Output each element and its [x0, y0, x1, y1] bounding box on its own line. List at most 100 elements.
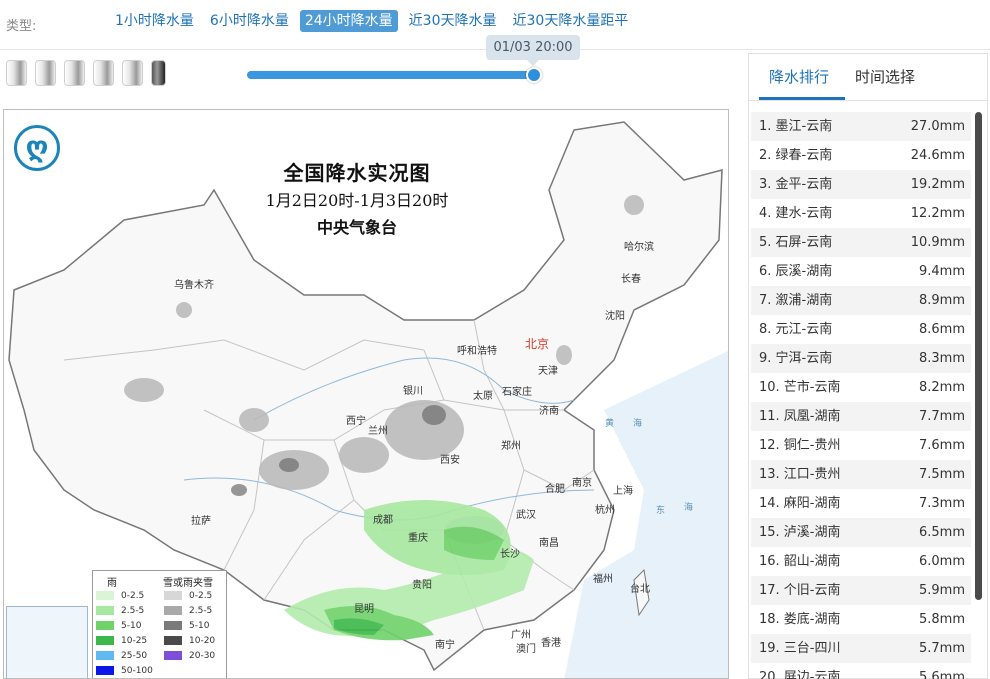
tab-1h-precip[interactable]: 1小时降水量: [110, 10, 199, 32]
city-label: 石家庄: [502, 387, 532, 398]
legend-label: 10-20: [189, 635, 216, 646]
cma-logo-icon: ღ: [14, 125, 60, 171]
map-period: 1月2日20时-1月3日20时: [265, 191, 449, 210]
ranking-value: 5.7mm: [918, 641, 965, 656]
ranking-row[interactable]: 20. 屏边-云南 5.6mm: [751, 663, 971, 679]
prev-frame-icon[interactable]: [35, 60, 56, 86]
ranking-station: 8. 元江-云南: [759, 322, 833, 337]
city-label: 合肥: [545, 484, 565, 495]
ranking-value: 9.4mm: [918, 264, 965, 279]
play-icon[interactable]: [64, 60, 85, 86]
city-label: 郑州: [501, 441, 521, 452]
city-label: 兰州: [368, 426, 388, 437]
ranking-value: 5.6mm: [918, 670, 965, 679]
legend-label: 50-100: [121, 665, 153, 676]
ranking-row[interactable]: 11. 凤凰-湖南 7.7mm: [751, 402, 971, 431]
ranking-station: 17. 个旧-云南: [759, 583, 841, 598]
legend-swatch: [95, 650, 115, 661]
city-label: 澳门: [516, 644, 536, 655]
legend-swatch: [163, 650, 183, 661]
ranking-row[interactable]: 8. 元江-云南 8.6mm: [751, 315, 971, 344]
tab-precip-ranking[interactable]: 降水排行: [769, 66, 829, 87]
ranking-value: 7.7mm: [918, 409, 965, 424]
last-frame-icon[interactable]: [151, 60, 166, 86]
ranking-station: 12. 铜仁-贵州: [759, 438, 841, 453]
ranking-panel: 降水排行 时间选择 1. 墨江-云南 27.0mm 2. 绿春-云南 24.6mm 3.…: [748, 53, 988, 679]
ranking-scrollbar[interactable]: [975, 112, 982, 600]
legend-swatch: [95, 665, 115, 676]
city-label: 长春: [621, 274, 641, 285]
city-label: 北京: [525, 337, 550, 351]
city-label: 哈尔滨: [624, 242, 654, 253]
ranking-row[interactable]: 19. 三台-四川 5.7mm: [751, 634, 971, 663]
city-label: 南京: [572, 478, 592, 489]
tab-time-select[interactable]: 时间选择: [855, 66, 915, 87]
time-slider-handle[interactable]: [526, 67, 542, 83]
ranking-row[interactable]: 12. 铜仁-贵州 7.6mm: [751, 431, 971, 460]
city-label: 福州: [593, 574, 613, 585]
map-legend: 雨 雪或雨夹雪 0-2.5 2.5-5 5-10 10-25 25-50 50-100 0…: [92, 570, 227, 678]
city-label: 南昌: [539, 538, 559, 549]
ranking-station: 11. 凤凰-湖南: [759, 409, 841, 424]
ranking-value: 8.9mm: [918, 293, 965, 308]
city-label: 乌鲁木齐: [174, 280, 214, 291]
ranking-value: 19.2mm: [910, 177, 965, 192]
ranking-row[interactable]: 1. 墨江-云南 27.0mm: [751, 112, 971, 141]
legend-row: 25-50: [95, 649, 147, 662]
ranking-value: 5.9mm: [918, 583, 965, 598]
map-title-block: 全国降水实况图 1月2日20时-1月3日20时 中央气象台: [237, 158, 477, 242]
ranking-station: 15. 泸溪-湖南: [759, 525, 841, 540]
ranking-row[interactable]: 5. 石屏-云南 10.9mm: [751, 228, 971, 257]
ranking-station: 5. 石屏-云南: [759, 235, 833, 250]
ranking-station: 2. 绿春-云南: [759, 148, 833, 163]
ranking-value: 27.0mm: [910, 119, 965, 134]
tab-30d-anomaly[interactable]: 近30天降水量距平: [508, 10, 634, 32]
tab-30d-precip[interactable]: 近30天降水量: [404, 10, 502, 32]
city-label: 沈阳: [605, 311, 625, 322]
city-label: 香港: [541, 638, 561, 649]
city-label: 西宁: [346, 416, 366, 427]
legend-row: 50-100: [95, 664, 153, 677]
ranking-row[interactable]: 3. 金平-云南 19.2mm: [751, 170, 971, 199]
ranking-row[interactable]: 10. 芒市-云南 8.2mm: [751, 373, 971, 402]
city-label: 台北: [630, 584, 650, 595]
ranking-row[interactable]: 14. 麻阳-湖南 7.3mm: [751, 489, 971, 518]
precipitation-map[interactable]: ღ 全国降水实况图 1月2日20时-1月3日20时 中央气象台 乌鲁木齐 哈尔滨…: [3, 109, 729, 679]
city-label: 昆明: [354, 604, 374, 615]
city-label: 西安: [440, 455, 460, 466]
ranking-row[interactable]: 2. 绿春-云南 24.6mm: [751, 141, 971, 170]
ranking-value: 5.8mm: [918, 612, 965, 627]
tab-24h-precip[interactable]: 24小时降水量: [299, 10, 398, 32]
legend-row: 2.5-5: [95, 604, 144, 617]
ranking-list: 1. 墨江-云南 27.0mm 2. 绿春-云南 24.6mm 3. 金平-云南 19.2…: [751, 112, 971, 679]
ranking-row[interactable]: 6. 辰溪-湖南 9.4mm: [751, 257, 971, 286]
city-label: 太原: [473, 391, 493, 402]
city-label: 拉萨: [191, 516, 211, 527]
ranking-row[interactable]: 13. 江口-贵州 7.5mm: [751, 460, 971, 489]
next-frame-icon[interactable]: [122, 60, 143, 86]
ranking-row[interactable]: 9. 宁洱-云南 8.3mm: [751, 344, 971, 373]
first-frame-icon[interactable]: [6, 60, 27, 86]
ranking-value: 8.3mm: [918, 351, 965, 366]
ranking-row[interactable]: 17. 个旧-云南 5.9mm: [751, 576, 971, 605]
ranking-row[interactable]: 16. 韶山-湖南 6.0mm: [751, 547, 971, 576]
slider-time-tooltip: 01/03 20:00: [486, 35, 580, 66]
ranking-station: 14. 麻阳-湖南: [759, 496, 841, 511]
ranking-row[interactable]: 15. 泸溪-湖南 6.5mm: [751, 518, 971, 547]
legend-label: 0-2.5: [121, 590, 145, 601]
legend-row: 0-2.5: [163, 589, 212, 602]
ranking-row[interactable]: 18. 娄底-湖南 5.8mm: [751, 605, 971, 634]
ranking-station: 13. 江口-贵州: [759, 467, 841, 482]
panel-tabs: 降水排行 时间选择: [749, 54, 987, 101]
ranking-station: 19. 三台-四川: [759, 641, 841, 656]
time-slider-track[interactable]: [247, 71, 537, 79]
city-label: 重庆: [408, 533, 428, 544]
ranking-row[interactable]: 4. 建水-云南 12.2mm: [751, 199, 971, 228]
legend-swatch: [95, 635, 115, 646]
ranking-value: 7.5mm: [918, 467, 965, 482]
legend-label: 20-30: [189, 650, 216, 661]
ranking-row[interactable]: 7. 溆浦-湖南 8.9mm: [751, 286, 971, 315]
ranking-station: 1. 墨江-云南: [759, 119, 833, 134]
pause-icon[interactable]: [93, 60, 114, 86]
tab-6h-precip[interactable]: 6小时降水量: [205, 10, 294, 32]
